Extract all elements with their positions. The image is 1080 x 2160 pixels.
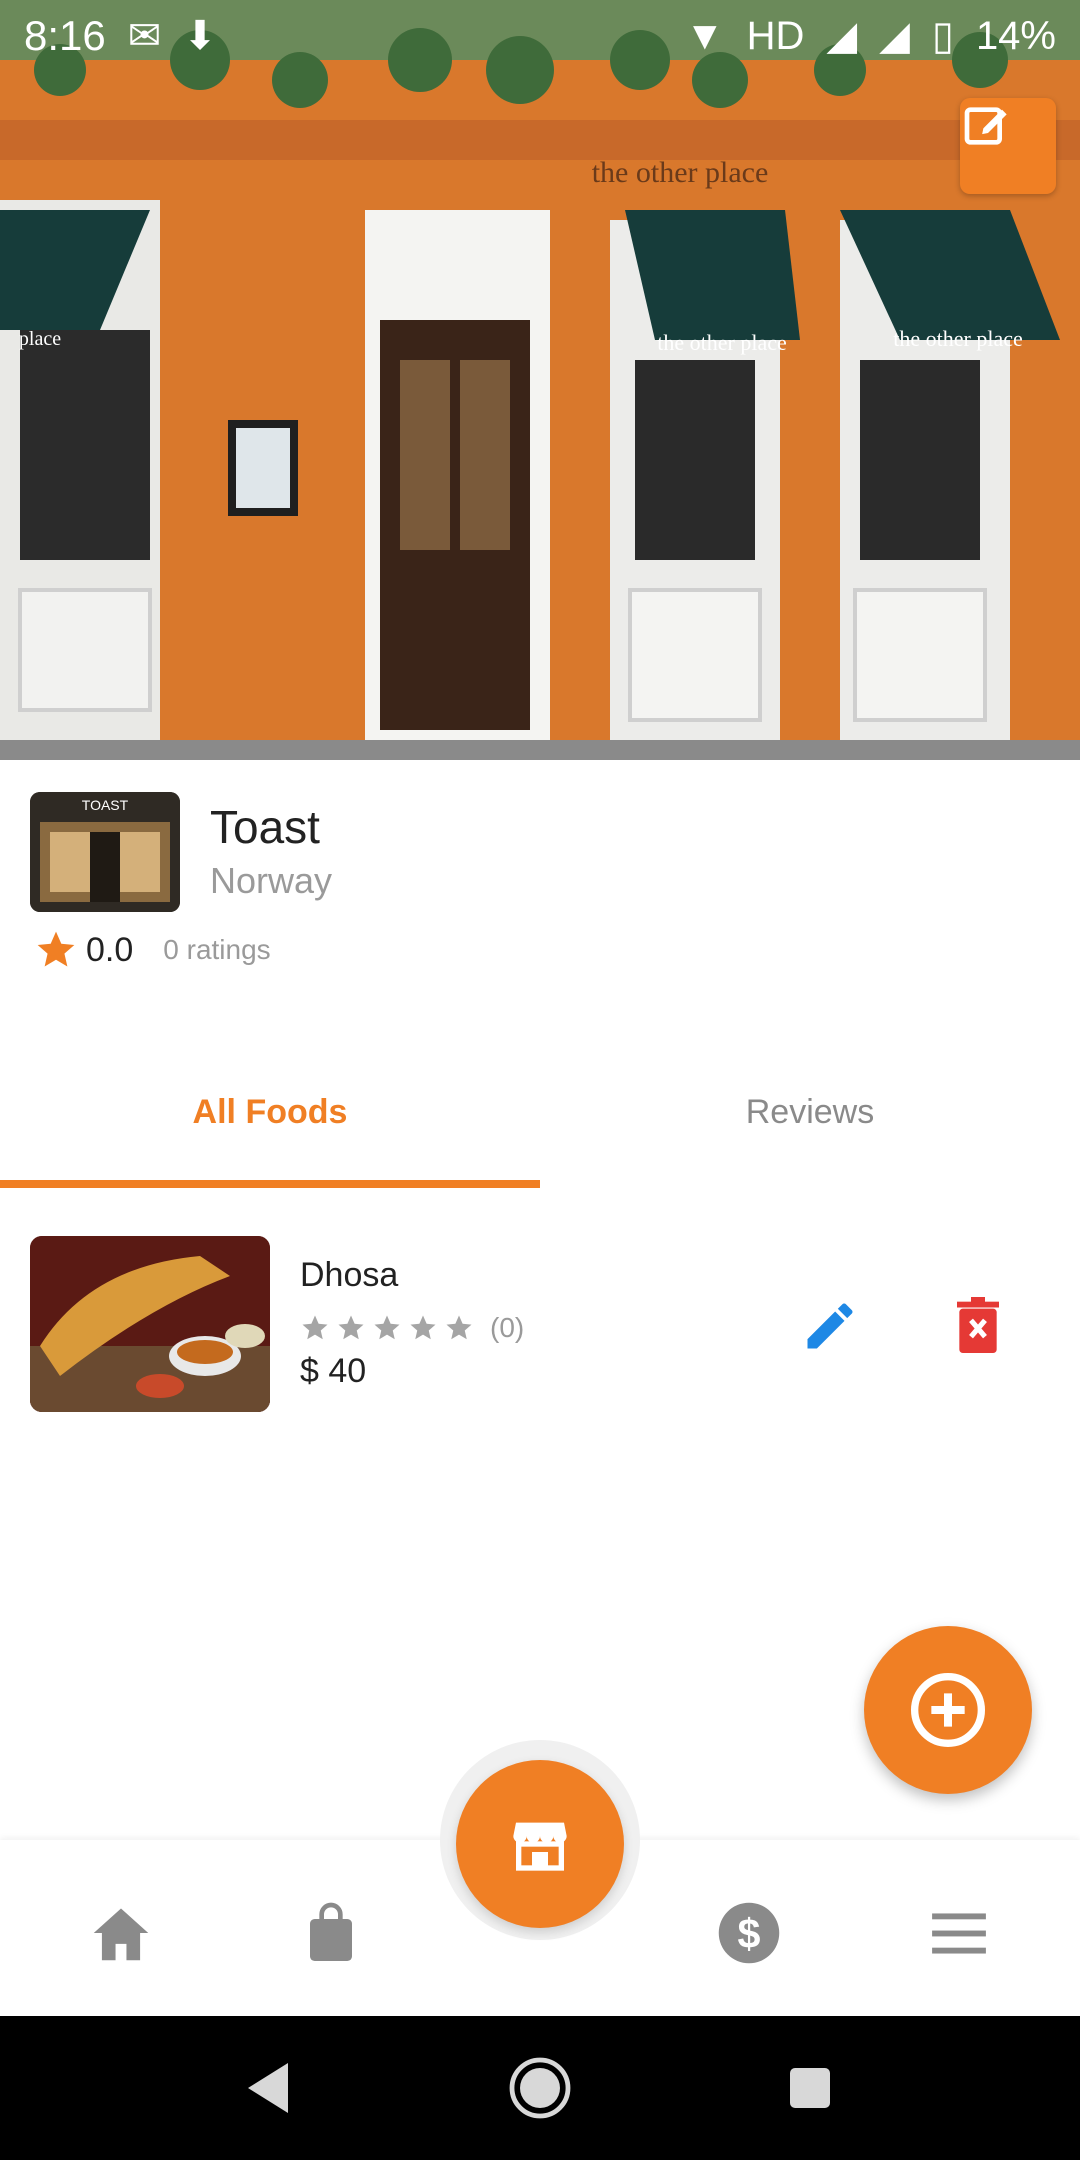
recents-button[interactable] [778,2056,842,2120]
nav-orders[interactable] [296,1898,366,1968]
awning-edge-text: place [19,328,61,350]
home-system-button[interactable] [508,2056,572,2120]
trash-icon [957,1297,999,1353]
back-triangle-icon [248,2063,288,2113]
restaurant-location: Norway [210,860,333,901]
recents-square-icon [790,2068,830,2108]
food-review-count: (0) [490,1312,525,1343]
battery-percent: 14% [975,13,1056,58]
storefront-illustration: the other place place the other place th… [0,0,1080,760]
signal-icon-2: ◢ [879,14,910,58]
food-stars [300,1313,474,1343]
hero-sign: the other place [592,156,769,189]
food-name: Dhosa [300,1256,399,1294]
menu-icon [932,1913,986,1954]
store-button[interactable] [456,1760,624,1928]
download-icon: ⬇ [183,14,217,58]
dollar-icon: $ [718,1902,780,1964]
food-list-item[interactable]: Dhosa (0) $ 40 [0,1236,1080,1412]
restaurant-thumbnail: TOAST [30,792,180,912]
food-photo [30,1236,270,1412]
rating-count: 0 ratings [163,934,271,965]
restaurant-name: Toast [210,801,320,853]
network-label: HD [746,13,805,58]
edit-food-button[interactable] [800,1296,860,1356]
star-outline-icon [410,1315,436,1340]
battery-icon: ▯ [931,14,954,58]
awning-right-text: the other place [893,326,1023,351]
status-time: 8:16 [24,12,106,59]
food-thumbnail [30,1236,270,1412]
add-food-button[interactable] [864,1626,1032,1794]
star-outline-icon [446,1315,472,1340]
awning-left-text: the other place [657,330,787,355]
signal-icon: ◢ [826,14,858,58]
nav-menu[interactable] [924,1898,994,1968]
mail-icon: ✉ [127,14,162,58]
status-bar: 8:16 ✉ ⬇ ▼ HD ◢ ◢ ▯ 14% [0,0,1080,72]
home-circle-icon [509,2057,571,2119]
restaurant-photo: TOAST [30,792,180,912]
edit-cover-button[interactable] [960,98,1056,194]
tab-all-foods[interactable]: All Foods [0,1050,540,1174]
star-outline-icon [374,1315,400,1340]
tabs: All Foods Reviews [0,1050,1080,1190]
food-price: $ 40 [300,1352,367,1390]
rating-row: 0.0 0 ratings [34,928,271,972]
status-right: ▼ HD ◢ ◢ ▯ 14% [685,13,1056,59]
star-icon [37,931,75,967]
food-rating: (0) [300,1312,524,1344]
home-icon [93,1908,149,1961]
delete-food-button[interactable] [950,1294,1006,1356]
status-left: 8:16 ✉ ⬇ [24,12,217,60]
system-navigation [0,2016,1080,2160]
plus-circle-icon [911,1673,985,1747]
shopping-bag-icon [310,1902,352,1961]
wifi-icon: ▼ [685,13,725,58]
nav-earnings[interactable]: $ [714,1898,784,1968]
tab-indicator [0,1180,540,1188]
svg-text:$: $ [738,1911,761,1957]
rating-value: 0.0 [86,930,134,969]
star-outline-icon [302,1315,328,1340]
back-button[interactable] [236,2056,300,2120]
pencil-icon [807,1303,853,1349]
cover-photo: the other place place the other place th… [0,0,1080,760]
thumb-sign: TOAST [82,797,129,813]
edit-square-icon [964,107,1007,145]
store-icon [513,1822,567,1871]
nav-home[interactable] [86,1898,156,1968]
tab-reviews[interactable]: Reviews [540,1050,1080,1174]
star-outline-icon [338,1315,364,1340]
